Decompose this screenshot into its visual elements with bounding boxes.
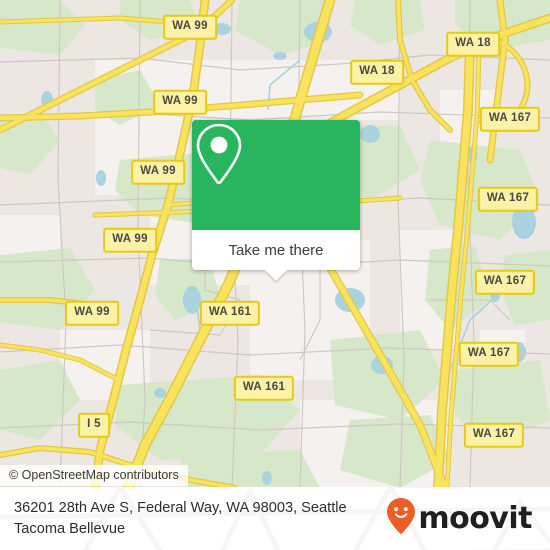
footer-content: 36201 28th Ave S, Federal Way, WA 98003,… <box>0 487 550 550</box>
callout-pointer <box>265 270 287 281</box>
shield-wa-99-c: WA 99 <box>131 159 185 185</box>
shield-wa-167-b: WA 167 <box>477 186 539 212</box>
take-me-there-label: Take me there <box>228 241 324 259</box>
moovit-smiley-pin-icon <box>386 497 416 540</box>
shield-wa-18-a: WA 18 <box>446 31 500 57</box>
shield-wa-161-b: WA 161 <box>233 375 295 401</box>
take-me-there-button[interactable]: Take me there <box>192 230 360 281</box>
shield-i-5: I 5 <box>78 412 110 438</box>
shield-wa-167-e: WA 167 <box>463 422 525 448</box>
shield-wa-167-c: WA 167 <box>474 269 536 295</box>
moovit-location-card-screenshot: WA 99 WA 18 WA 18 WA 99 WA 167 WA 99 WA … <box>0 0 550 550</box>
shield-wa-99-d: WA 99 <box>103 227 157 253</box>
shield-wa-18-b: WA 18 <box>350 59 404 85</box>
shield-wa-99-a: WA 99 <box>163 14 217 40</box>
footer-bar: 36201 28th Ave S, Federal Way, WA 98003,… <box>0 487 550 550</box>
location-callout-card[interactable]: Take me there <box>192 120 360 281</box>
shield-wa-167-d: WA 167 <box>458 341 520 367</box>
shield-wa-99-b: WA 99 <box>153 89 207 115</box>
osm-attribution[interactable]: © OpenStreetMap contributors <box>0 465 188 486</box>
moovit-wordmark: moovit <box>418 500 532 536</box>
shield-wa-99-e: WA 99 <box>65 300 119 326</box>
location-address: 36201 28th Ave S, Federal Way, WA 98003,… <box>14 499 347 537</box>
moovit-logo[interactable]: moovit <box>386 497 536 540</box>
card-pin-panel <box>192 120 360 230</box>
shield-wa-167-a: WA 167 <box>479 106 541 132</box>
map-canvas[interactable]: WA 99 WA 18 WA 18 WA 99 WA 167 WA 99 WA … <box>0 0 550 488</box>
shield-wa-161-a: WA 161 <box>199 300 261 326</box>
